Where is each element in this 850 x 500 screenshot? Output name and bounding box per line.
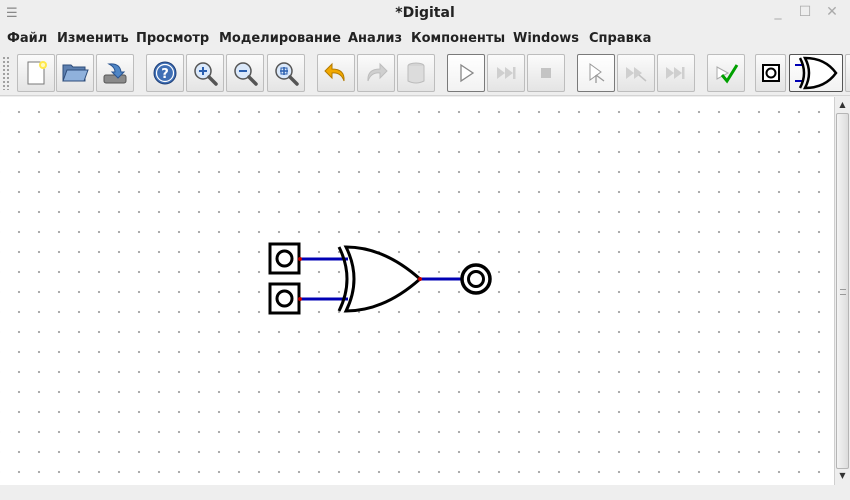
menu-edit[interactable]: Изменить xyxy=(57,31,129,46)
micro-step-button[interactable] xyxy=(577,54,615,92)
zoom-in-button[interactable] xyxy=(186,54,224,92)
zoom-out-icon xyxy=(234,62,258,86)
output[interactable] xyxy=(460,263,492,295)
save-icon xyxy=(103,63,127,84)
menu-windows[interactable]: Windows xyxy=(513,31,579,46)
run-to-end-icon xyxy=(666,67,685,79)
play-icon xyxy=(460,63,475,83)
step-button[interactable] xyxy=(487,54,525,92)
pin-b-out xyxy=(298,297,302,301)
scroll-up-icon[interactable]: ▲ xyxy=(835,98,850,112)
svg-text:?: ? xyxy=(161,67,169,82)
menu-bar: Файл Изменить Просмотр Моделирование Ана… xyxy=(0,28,850,50)
circuit-diagram[interactable] xyxy=(0,97,834,485)
test-button[interactable] xyxy=(707,54,745,92)
new-file-icon xyxy=(27,61,47,85)
output-component-icon xyxy=(761,64,780,82)
menu-analysis[interactable]: Анализ xyxy=(348,31,402,46)
delete-button[interactable] xyxy=(397,54,435,92)
zoom-fit-button[interactable] xyxy=(267,54,305,92)
new-button[interactable] xyxy=(17,54,55,92)
menu-help[interactable]: Справка xyxy=(589,31,651,46)
xor-gate-icon xyxy=(795,56,838,90)
pin-a-out xyxy=(298,257,302,261)
micro-step-icon xyxy=(589,63,605,83)
pin-xor-out xyxy=(418,277,422,281)
input-a[interactable] xyxy=(268,242,301,275)
stop-button[interactable] xyxy=(527,54,565,92)
last-output-button[interactable] xyxy=(755,54,786,92)
run-to-break-icon xyxy=(626,67,647,82)
circuit-canvas[interactable] xyxy=(0,97,834,485)
vertical-scrollbar[interactable]: ▲ ▼ xyxy=(834,97,850,485)
close-icon[interactable]: ✕ xyxy=(824,4,840,20)
undo-button[interactable] xyxy=(317,54,355,92)
redo-button[interactable] xyxy=(357,54,395,92)
zoom-out-button[interactable] xyxy=(226,54,264,92)
run-to-end-button[interactable] xyxy=(657,54,695,92)
run-to-break-button[interactable] xyxy=(617,54,655,92)
check-icon xyxy=(716,64,739,84)
stop-icon xyxy=(541,68,551,78)
menu-view[interactable]: Просмотр xyxy=(136,31,209,46)
menu-file[interactable]: Файл xyxy=(7,31,47,46)
scroll-down-icon[interactable]: ▼ xyxy=(835,469,850,483)
run-button[interactable] xyxy=(447,54,485,92)
save-button[interactable] xyxy=(96,54,134,92)
toolbar-overflow[interactable] xyxy=(845,54,850,92)
fast-forward-icon xyxy=(497,67,516,79)
open-button[interactable] xyxy=(56,54,94,92)
status-bar xyxy=(0,485,850,500)
toolbar-grip-icon[interactable] xyxy=(2,56,10,90)
maximize-icon[interactable]: ☐ xyxy=(797,4,813,20)
menu-simulation[interactable]: Моделирование xyxy=(219,31,341,46)
open-folder-icon xyxy=(62,64,89,82)
help-icon: ? xyxy=(153,61,177,85)
redo-icon xyxy=(367,62,388,82)
minimize-icon[interactable]: _ xyxy=(770,4,786,20)
window-title: *Digital xyxy=(395,5,455,21)
zoom-in-icon xyxy=(194,62,218,86)
undo-icon xyxy=(324,62,345,82)
last-xor-button[interactable] xyxy=(789,54,843,92)
menu-components[interactable]: Компоненты xyxy=(411,31,505,46)
input-b[interactable] xyxy=(268,282,301,315)
toolbar: ? xyxy=(0,50,850,96)
trash-icon xyxy=(407,62,425,84)
scroll-thumb[interactable] xyxy=(836,113,849,469)
help-button[interactable]: ? xyxy=(146,54,184,92)
xor-gate[interactable] xyxy=(337,245,423,313)
title-bar: ☰ *Digital _ ☐ ✕ xyxy=(0,0,850,28)
zoom-fit-icon xyxy=(275,62,299,86)
